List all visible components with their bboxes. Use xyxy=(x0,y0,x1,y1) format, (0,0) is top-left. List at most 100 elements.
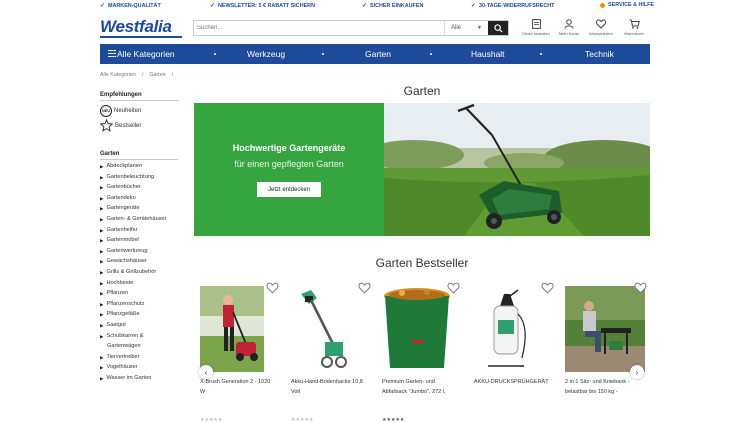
sidebar-heading: Empfehlungen xyxy=(100,92,178,101)
rating-stars: ★★★★★ xyxy=(291,417,314,423)
chevron-right-icon: ▶ xyxy=(100,301,104,307)
sidebar-category-item[interactable]: ▶ Wasser im Garten xyxy=(100,375,178,386)
wishlist-heart-icon[interactable] xyxy=(266,282,279,294)
check-icon: ✓ xyxy=(210,3,216,9)
check-icon: ✓ xyxy=(362,3,368,9)
wishlist-heart-icon[interactable] xyxy=(358,282,371,294)
sidebar-category-item[interactable]: ▶ Gartendeko xyxy=(100,195,178,206)
new-badge-icon: NEU xyxy=(100,104,112,117)
sidebar-category-item[interactable]: ▶ Abdeckplanen xyxy=(100,163,178,174)
sidebar-category-item[interactable]: ▶ Hochbeete xyxy=(100,280,178,291)
chevron-left-icon: ‹ xyxy=(204,367,208,377)
sidebar-category-item[interactable]: ▶ Gewächshäuser xyxy=(100,258,178,269)
chevron-right-icon: ▶ xyxy=(100,185,104,191)
chevron-right-icon: ▶ xyxy=(100,164,104,169)
hero-subline: für einen gepflegten Garten xyxy=(234,159,344,169)
sidebar-category-item[interactable]: ▶ Schubkarren & xyxy=(100,333,178,344)
caret-down-icon: ▼ xyxy=(477,25,482,31)
wishlist-button[interactable]: Wunschlisten xyxy=(586,19,616,36)
breadcrumb-separator: / xyxy=(141,72,144,78)
header: Westfalia Alle ▼ Direkt bestellen Mein K… xyxy=(0,12,748,42)
chevron-right-icon: ▶ xyxy=(100,375,104,381)
breadcrumb-link[interactable]: Alle Kategorien xyxy=(100,72,136,78)
sidebar-category-item[interactable]: ▶ Gartenwerkzeug xyxy=(100,248,178,259)
logo[interactable]: Westfalia xyxy=(100,17,182,39)
hero-text-panel: Hochwertige Gartengeräte für einen gepfl… xyxy=(194,103,384,236)
sidebar-category-item[interactable]: ▶ Garten- & Gerätehäuser xyxy=(100,216,178,227)
product-name[interactable]: 2 in 1 Sitz- und Kniebank - belastbar bis… xyxy=(565,377,643,397)
product-card[interactable]: AKKU-DRUCKSPRÜHGERÄT xyxy=(474,282,554,387)
nav-separator xyxy=(214,53,216,55)
sidebar-item-neuheiten[interactable]: NEU Neuheiten xyxy=(100,104,178,117)
search-icon xyxy=(493,23,503,33)
usp-item: ✓ 30-TAGE-WIDERRUFSRECHT xyxy=(471,2,555,10)
breadcrumb-separator: / xyxy=(171,72,174,78)
carousel-prev-button[interactable]: ‹ xyxy=(199,365,213,379)
sidebar-category-item[interactable]: ▶ Saatgut xyxy=(100,322,178,333)
product-name[interactable]: X-Brush Generation 2 - 1020 W xyxy=(200,377,278,397)
search-bar: Alle ▼ xyxy=(193,20,509,36)
product-image[interactable] xyxy=(200,282,279,372)
product-card[interactable]: X-Brush Generation 2 - 1020 W xyxy=(200,282,279,397)
product-image[interactable] xyxy=(382,282,460,372)
sidebar-category-item[interactable]: ▶ Gartenhelfer xyxy=(100,227,178,238)
sidebar-category-item[interactable]: ▶ Grills & Grillzubehör xyxy=(100,269,178,280)
sidebar-category-item[interactable]: ▶ Gartenbücher xyxy=(100,184,178,195)
product-name[interactable]: Akku-Hand-Bodenhacke 10,8 Volt xyxy=(291,377,369,397)
product-card[interactable]: 2 in 1 Sitz- und Kniebank - belastbar bis… xyxy=(565,282,647,397)
usp-item[interactable]: ✓ NEWSLETTER: 5 € RABATT SICHERN xyxy=(210,2,315,10)
hero-banner[interactable]: Hochwertige Gartengeräte für einen gepfl… xyxy=(194,103,650,236)
sidebar-category-item[interactable]: ▶ Gartenbeleuchtung xyxy=(100,174,178,185)
product-card[interactable]: Akku-Hand-Bodenhacke 10,8 Volt xyxy=(291,282,371,397)
product-card[interactable]: Premium Garten- und Abfallsack "Jumbo", 2… xyxy=(382,282,460,397)
wishlist-heart-icon[interactable] xyxy=(447,282,460,294)
wishlist-heart-icon[interactable] xyxy=(634,282,647,294)
direct-order-button[interactable]: Direkt bestellen xyxy=(521,19,551,36)
cart-icon xyxy=(629,19,640,29)
account-button[interactable]: Mein Konto xyxy=(554,19,584,36)
sidebar-category-item[interactable]: ▶ Pflanzgefäße xyxy=(100,311,178,322)
hero-cta-button[interactable]: Jetzt entdecken xyxy=(257,182,321,197)
logo-underline xyxy=(100,36,182,38)
search-button[interactable] xyxy=(488,21,508,35)
search-input[interactable] xyxy=(194,21,444,35)
product-image[interactable] xyxy=(474,282,554,372)
service-link[interactable]: SERVICE & HILFE xyxy=(600,2,654,8)
search-scope-select[interactable]: Alle ▼ xyxy=(444,21,488,35)
document-icon xyxy=(531,19,541,29)
sidebar-category-item[interactable]: ▶ Pflanzenschutz xyxy=(100,301,178,312)
sidebar-category-item[interactable]: ▶ Tiervertreiber xyxy=(100,354,178,365)
product-image[interactable] xyxy=(291,282,371,372)
chevron-right-icon: ▶ xyxy=(100,206,104,212)
nav-item-werkzeug[interactable]: Werkzeug xyxy=(247,49,285,59)
category-list: ▶ Abdeckplanen ▶ Gartenbeleuchtung ▶ Gartenbü… xyxy=(100,163,178,385)
nav-item-haushalt[interactable]: Haushalt xyxy=(471,49,505,59)
chevron-right-icon: ▶ xyxy=(100,280,104,286)
nav-separator xyxy=(540,53,542,55)
product-name[interactable]: Premium Garten- und Abfallsack "Jumbo", 2… xyxy=(382,377,460,397)
page-title: Garten xyxy=(403,84,441,98)
product-image[interactable] xyxy=(565,282,647,372)
cart-button[interactable]: Warenkorb xyxy=(619,19,649,36)
carousel-next-button[interactable]: › xyxy=(630,365,644,379)
nav-item-technik[interactable]: Technik xyxy=(585,49,614,59)
nav-all-categories[interactable]: Alle Kategorien xyxy=(117,49,175,59)
nav-item-garten[interactable]: Garten xyxy=(365,49,391,59)
sidebar-category-item[interactable]: ▶ Gartenmöbel xyxy=(100,237,178,248)
sidebar: Empfehlungen NEU Neuheiten Bestseller Ga… xyxy=(100,92,178,385)
heart-icon xyxy=(596,19,606,29)
hero-headline: Hochwertige Gartengeräte xyxy=(232,143,346,153)
chevron-right-icon: ▶ xyxy=(100,238,104,244)
product-name[interactable]: AKKU-DRUCKSPRÜHGERÄT xyxy=(474,377,552,387)
sidebar-category-item[interactable]: ▶ Pflanzen xyxy=(100,290,178,301)
star-icon xyxy=(100,119,113,132)
breadcrumb-link[interactable]: Garten xyxy=(149,72,165,78)
sidebar-category-item[interactable]: ▶ Gartengeräte xyxy=(100,205,178,216)
chevron-right-icon: ▶ xyxy=(100,227,104,233)
sidebar-category-item[interactable]: ▶ Vogelhäuser xyxy=(100,364,178,375)
chevron-right-icon: ▶ xyxy=(100,195,104,201)
sidebar-item-bestseller[interactable]: Bestseller xyxy=(100,119,178,132)
wishlist-heart-icon[interactable] xyxy=(541,282,554,294)
sidebar-category-item-continued[interactable]: Gartenwägen xyxy=(100,343,178,354)
rating-stars: ★★★★★ xyxy=(382,417,405,423)
